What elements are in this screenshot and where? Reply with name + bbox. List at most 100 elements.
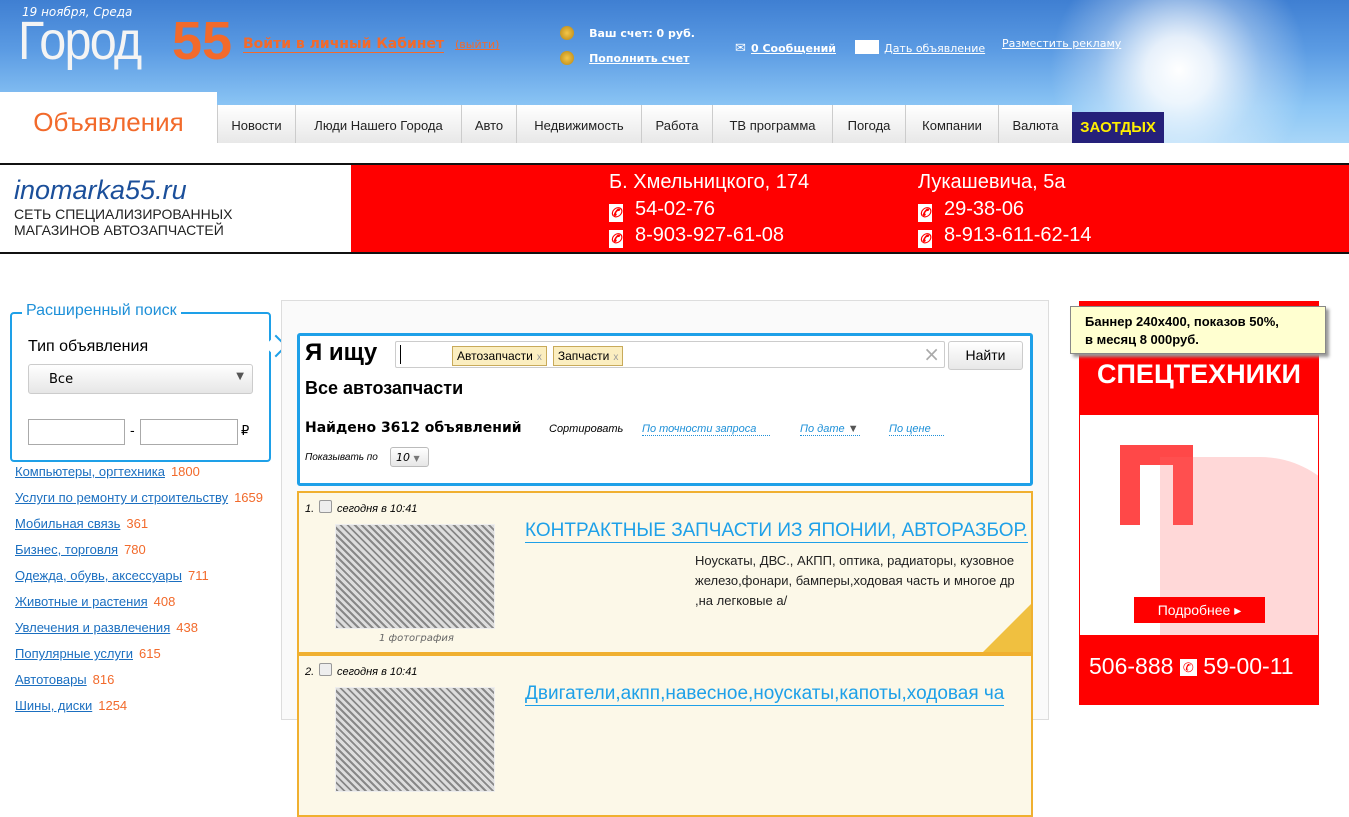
text-cursor <box>400 345 401 364</box>
post-ad-link[interactable]: Дать объявление <box>884 42 985 55</box>
search-button[interactable]: Найти <box>948 341 1023 370</box>
logo-text[interactable]: Город <box>18 10 142 72</box>
sort-desc-icon: ▼ <box>847 423 859 435</box>
chevron-down-icon: ▼ <box>236 371 244 382</box>
listing-number: 1. <box>305 503 315 515</box>
sort-label: Сортировать <box>549 423 624 435</box>
category-item[interactable]: Компьютеры, оргтехника 1800 <box>15 464 263 490</box>
category-count: 1659 <box>234 490 263 505</box>
tab-auto[interactable]: Авто <box>461 105 516 143</box>
messages-link[interactable]: 0 Сообщений <box>751 42 836 55</box>
envelope-icon: ✉ <box>735 41 746 56</box>
listing-photo[interactable] <box>335 687 495 792</box>
ruble-coin-icon <box>560 26 574 40</box>
category-item[interactable]: Услуги по ремонту и строительству 1659 <box>15 490 263 516</box>
category-item[interactable]: Шины, диски 1254 <box>15 698 263 724</box>
ad-type-select[interactable]: Все ▼ <box>28 364 253 394</box>
category-item[interactable]: Животные и растения 408 <box>15 594 263 620</box>
category-count: 1254 <box>98 698 128 713</box>
phone-icon: ✆ <box>1179 659 1197 676</box>
category-link[interactable]: Автотовары <box>15 672 87 687</box>
category-count: 711 <box>187 568 209 583</box>
listing-checkbox[interactable] <box>319 663 332 676</box>
category-link[interactable]: Одежда, обувь, аксессуары <box>15 568 182 583</box>
inomarka-ad-banner[interactable]: inomarka55.ru СЕТЬ СПЕЦИАЛИЗИРОВАННЫХ МАГ… <box>0 163 1349 254</box>
category-item[interactable]: Увлечения и развлечения 438 <box>15 620 263 646</box>
tab-jobs[interactable]: Работа <box>641 105 712 143</box>
post-ad-icon <box>855 40 879 54</box>
per-page-label: Показывать по <box>305 452 378 463</box>
tab-weather[interactable]: Погода <box>832 105 905 143</box>
account-text: Ваш счет: 0 руб. <box>589 27 695 40</box>
listing-item: 2. сегодня в 10:41 Двигатели,акпп,навесн… <box>297 654 1033 817</box>
listing-date: сегодня в 10:41 <box>337 503 418 515</box>
category-list: Компьютеры, оргтехника 1800 Услуги по ремо… <box>15 464 263 724</box>
category-item[interactable]: Одежда, обувь, аксессуары 711 <box>15 568 263 594</box>
advanced-search-title: Расширенный поиск <box>22 302 181 320</box>
tab-companies[interactable]: Компании <box>905 105 998 143</box>
banner-more-button: Подробнее ▸ <box>1134 597 1265 623</box>
clear-icon[interactable]: × <box>923 342 940 366</box>
sort-date[interactable]: По дате ▼ <box>800 423 860 436</box>
search-input[interactable]: Автозапчасти x Запчасти x × <box>395 341 945 368</box>
category-item[interactable]: Бизнес, торговля 780 <box>15 542 263 568</box>
sort-relevance[interactable]: По точности запроса <box>642 423 770 436</box>
listing-photo[interactable] <box>335 524 495 629</box>
category-link[interactable]: Увлечения и развлечения <box>15 620 170 635</box>
listing-checkbox[interactable] <box>319 500 332 513</box>
search-tag-parts[interactable]: Запчасти x <box>552 346 624 366</box>
tab-classifieds[interactable]: Объявления <box>0 92 217 143</box>
category-heading: Все автозапчасти <box>305 378 464 398</box>
phone-icon: ✆ <box>918 204 932 222</box>
results-count: Найдено 3612 объявлений <box>305 420 522 436</box>
tab-people[interactable]: Люди Нашего Города <box>295 105 461 143</box>
price-from-input[interactable] <box>28 419 125 445</box>
right-banner-ad[interactable]: СПЕЦТЕХНИКИ Подробнее ▸ 506-888 ✆ 59-00-… <box>1079 301 1319 705</box>
category-count: 615 <box>139 646 161 661</box>
search-tag-autoparts[interactable]: Автозапчасти x <box>452 346 547 366</box>
category-item[interactable]: Популярные услуги 615 <box>15 646 263 672</box>
category-link[interactable]: Бизнес, торговля <box>15 542 118 557</box>
category-link[interactable]: Мобильная связь <box>15 516 120 531</box>
listing-title[interactable]: КОНТРАКТНЫЕ ЗАПЧАСТИ ИЗ ЯПОНИИ, АВТОРАЗБ… <box>525 520 1028 543</box>
per-page-select[interactable]: 10 ▼ <box>390 447 429 467</box>
premium-ribbon-icon <box>983 604 1031 652</box>
tab-realty[interactable]: Недвижимость <box>516 105 641 143</box>
advertise-link[interactable]: Разместить рекламу <box>1002 37 1121 50</box>
account-balance: Ваш счет: 0 руб. <box>560 25 695 44</box>
tab-zaotdyh[interactable]: ЗАОТДЫХ <box>1072 112 1164 143</box>
coins-add-icon <box>560 51 574 65</box>
category-link[interactable]: Популярные услуги <box>15 646 133 661</box>
search-box: Я ищу Автозапчасти x Запчасти x × Найти Все… <box>297 333 1033 486</box>
price-to-input[interactable] <box>140 419 238 445</box>
phone-icon: ✆ <box>609 204 623 222</box>
login-link[interactable]: Войти в личный Кабинет <box>243 36 445 53</box>
category-item[interactable]: Мобильная связь 361 <box>15 516 263 542</box>
category-link[interactable]: Компьютеры, оргтехника <box>15 464 165 479</box>
category-link[interactable]: Услуги по ремонту и строительству <box>15 490 228 505</box>
tab-currency[interactable]: Валюта <box>998 105 1072 143</box>
category-link[interactable]: Животные и растения <box>15 594 148 609</box>
logo-number[interactable]: 55 <box>172 10 232 72</box>
category-item[interactable]: Автотовары 816 <box>15 672 263 698</box>
sort-price[interactable]: По цене <box>889 423 944 436</box>
phone-icon: ✆ <box>609 230 623 248</box>
remove-tag-icon: x <box>613 352 619 363</box>
listing-title[interactable]: Двигатели,акпп,навесное,ноускаты,капоты,… <box>525 683 1005 706</box>
tab-tv[interactable]: ТВ программа <box>712 105 832 143</box>
category-count: 1800 <box>170 464 200 479</box>
category-count: 361 <box>126 516 149 531</box>
remove-tag-icon: x <box>536 352 542 363</box>
photo-count[interactable]: 1 фотография <box>379 633 454 644</box>
ad-type-label: Тип объявления <box>28 338 149 355</box>
search-label: Я ищу <box>305 339 378 366</box>
category-count: 780 <box>124 542 146 557</box>
banner-price-tooltip: Баннер 240x400, показов 50%, в месяц 8 00… <box>1070 306 1326 354</box>
price-separator: - <box>130 424 135 439</box>
category-link[interactable]: Шины, диски <box>15 698 92 713</box>
topup-link[interactable]: Пополнить счет <box>589 52 689 65</box>
listing-number: 2. <box>305 666 315 678</box>
banner-phones: 506-888 ✆ 59-00-11 <box>1089 653 1294 679</box>
logout-link[interactable]: (выйти) <box>455 38 499 51</box>
tab-news[interactable]: Новости <box>217 105 295 143</box>
